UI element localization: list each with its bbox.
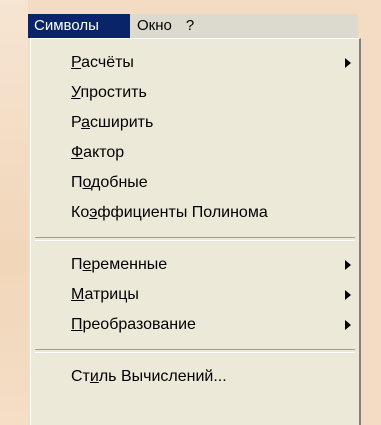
menu-item-mnemonic: М (71, 286, 85, 303)
menu-item-label-prefix: П (71, 174, 83, 191)
background-strip (0, 0, 28, 425)
menu-item-label-suffix: актор (83, 144, 125, 161)
menu-item-mnemonic: Р (71, 54, 82, 71)
menu-item-label-suffix: реобразование (82, 316, 196, 333)
menu-item-label-suffix: ффициенты Полинома (97, 204, 268, 221)
menu-item-label-suffix: атрицы (84, 286, 139, 303)
menu-item-matrices[interactable]: Матрицы (31, 280, 359, 310)
menu-item-label-prefix: Р (71, 114, 82, 131)
menu-item-label-prefix: Ко (71, 204, 90, 221)
menu-item-label-suffix: сширить (90, 114, 154, 131)
menu-item-label-suffix: ременные (91, 256, 168, 273)
menu-separator (35, 349, 355, 353)
menu-item-polynomial-coefficients[interactable]: Коэффициенты Полинома (31, 198, 359, 228)
menu-top-padding (31, 39, 359, 48)
submenu-arrow-icon (345, 290, 351, 300)
menu-item-mnemonic: П (71, 316, 83, 333)
menu-item-simplify[interactable]: Упростить (31, 78, 359, 108)
menu-item-label-suffix: ль Вычислений... (98, 368, 227, 385)
menu-item-mnemonic: а (81, 114, 91, 131)
menu-item-variables[interactable]: Переменные (31, 250, 359, 280)
menu-item-evaluation-style[interactable]: Стиль Вычислений... (31, 362, 359, 392)
submenu-arrow-icon (345, 58, 351, 68)
symbols-dropdown-menu: Расчёты Упростить Расширить Фактор Подоб… (30, 38, 361, 425)
menu-item-mnemonic: о (82, 174, 92, 191)
menu-separator (35, 237, 355, 241)
menu-symbols[interactable]: Символы (28, 14, 130, 38)
menu-item-label-suffix: добные (91, 174, 148, 191)
menu-item-mnemonic: и (89, 368, 99, 385)
menu-item-factor[interactable]: Фактор (31, 138, 359, 168)
menu-window[interactable]: Окно (130, 14, 179, 38)
menu-item-label-prefix: П (71, 256, 83, 273)
menu-item-transform[interactable]: Преобразование (31, 310, 359, 340)
menu-item-label-suffix: простить (80, 84, 147, 101)
menu-item-mnemonic: Ф (71, 144, 84, 161)
submenu-arrow-icon (345, 320, 351, 330)
menu-help[interactable]: ? (179, 14, 201, 38)
menu-bar: Символы Окно ? (28, 14, 358, 38)
menu-item-evaluate[interactable]: Расчёты (31, 48, 359, 78)
menu-item-collect[interactable]: Подобные (31, 168, 359, 198)
menu-item-label-prefix: Ст (71, 368, 90, 385)
menu-item-expand[interactable]: Расширить (31, 108, 359, 138)
menu-item-label-suffix: асчёты (81, 54, 134, 71)
submenu-arrow-icon (345, 260, 351, 270)
